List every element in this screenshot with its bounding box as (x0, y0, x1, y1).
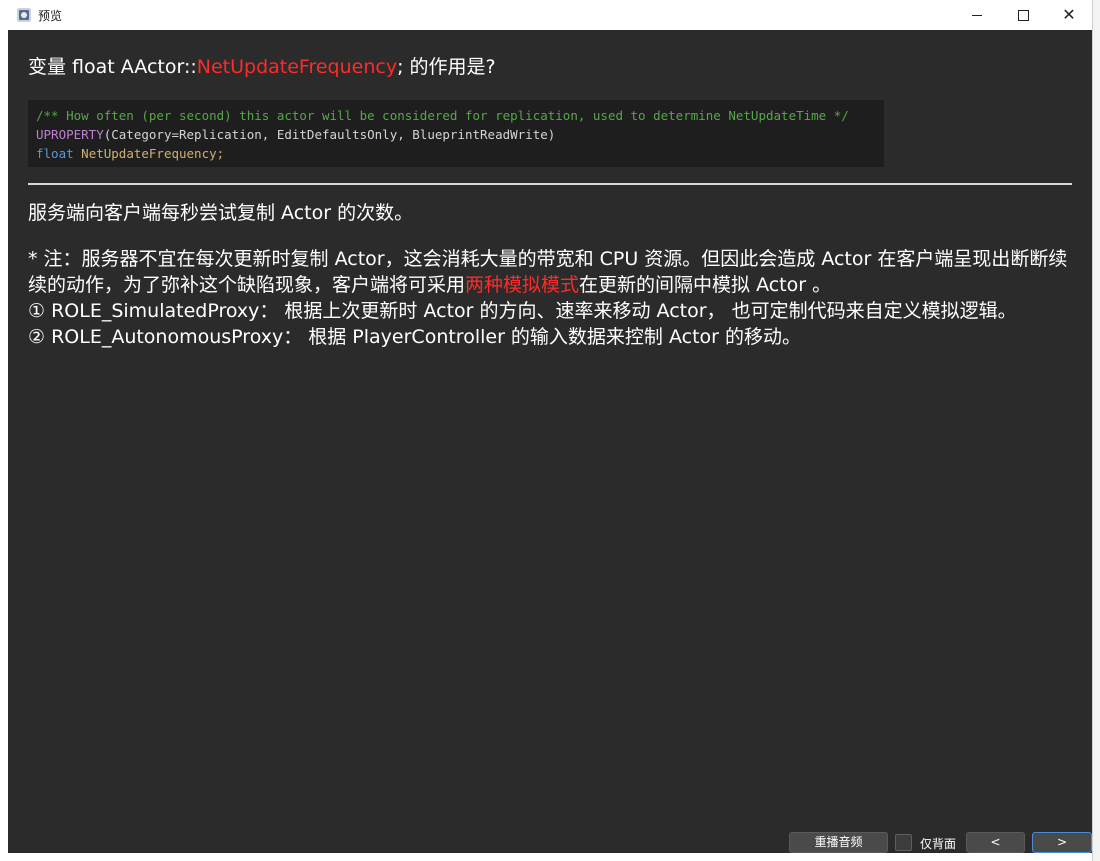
answer-divider (28, 183, 1072, 185)
code-macro: UPROPERTY (36, 127, 104, 142)
title-bar[interactable]: 预览 ✕ (0, 0, 1092, 30)
question-suffix: ; 的作用是? (397, 56, 496, 78)
minimize-button[interactable] (954, 0, 1000, 30)
answer-text: 服务端向客户端每秒尝试复制 Actor 的次数。 (28, 202, 414, 224)
preview-window: 预览 ✕ 变量 float AActor::NetUpdateFrequency… (0, 0, 1093, 861)
prev-button[interactable]: < (966, 832, 1025, 853)
maximize-icon (1017, 9, 1029, 21)
replay-audio-button[interactable]: 重播音频 (789, 832, 888, 853)
maximize-button[interactable] (1000, 0, 1046, 30)
app-icon (17, 8, 31, 22)
question-prefix: 变量 float AActor:: (28, 56, 197, 78)
code-keyword: float (36, 146, 74, 161)
code-comment-line: /** How often (per second) this actor wi… (36, 108, 849, 123)
minimize-icon (972, 14, 982, 16)
background-window-edge (1093, 0, 1100, 861)
note-item-1: ① ROLE_SimulatedProxy： 根据上次更新时 Actor 的方向… (28, 300, 1017, 322)
note-paragraph: * 注：服务器不宜在每次更新时复制 Actor，这会消耗大量的带宽和 CPU 资… (28, 246, 1072, 298)
next-button[interactable]: > (1032, 832, 1092, 853)
close-button[interactable]: ✕ (1046, 0, 1092, 30)
close-icon: ✕ (1062, 5, 1076, 24)
code-declaration-line: float NetUpdateFrequency; (36, 144, 884, 163)
code-identifier: NetUpdateFrequency; (81, 146, 225, 161)
note-highlight: 两种模拟模式 (465, 274, 580, 296)
question-highlight: NetUpdateFrequency (196, 56, 398, 78)
note-part2: 在更新的间隔中模拟 Actor 。 (579, 274, 832, 296)
code-uproperty-line: UPROPERTY(Category=Replication, EditDefa… (36, 125, 884, 144)
back-only-checkbox[interactable] (895, 834, 912, 851)
card-content: 变量 float AActor::NetUpdateFrequency; 的作用… (8, 30, 1092, 853)
question-text: 变量 float AActor::NetUpdateFrequency; 的作用… (28, 52, 496, 79)
back-only-label: 仅背面 (920, 837, 957, 851)
note-item-2: ② ROLE_AutonomousProxy： 根据 PlayerControl… (28, 326, 801, 348)
window-title: 预览 (38, 9, 63, 23)
code-macro-args: (Category=Replication, EditDefaultsOnly,… (103, 127, 556, 142)
answer-note: * 注：服务器不宜在每次更新时复制 Actor，这会消耗大量的带宽和 CPU 资… (28, 246, 1072, 350)
code-block: /** How often (per second) this actor wi… (28, 100, 884, 167)
